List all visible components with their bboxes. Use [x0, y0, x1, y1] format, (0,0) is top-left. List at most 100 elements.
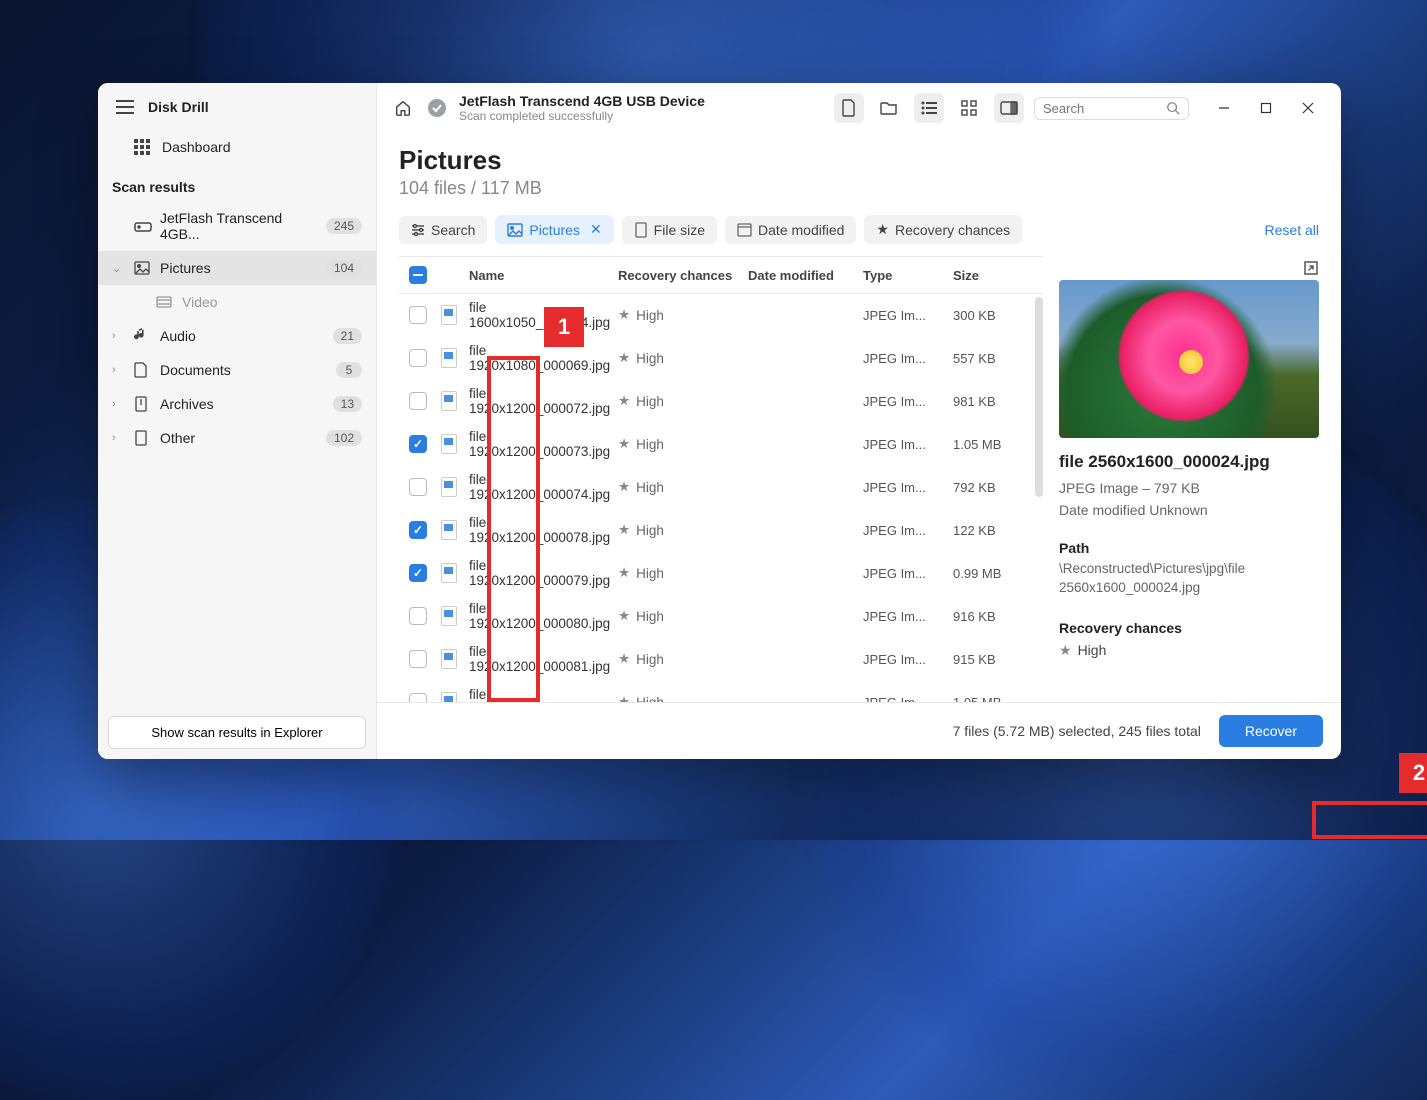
- show-in-explorer-button[interactable]: Show scan results in Explorer: [108, 716, 366, 749]
- view-file-button[interactable]: [834, 93, 864, 123]
- row-checkbox[interactable]: [409, 693, 427, 702]
- filter-label: Search: [431, 222, 475, 238]
- file-icon: [441, 391, 457, 411]
- table-row[interactable]: file 1920x1200_000078.jpg★HighJPEG Im...…: [399, 509, 1043, 552]
- row-recovery: High: [636, 480, 664, 495]
- row-checkbox[interactable]: [409, 478, 427, 496]
- star-icon: ★: [618, 307, 630, 323]
- chip-close-icon[interactable]: ✕: [590, 221, 602, 238]
- sidebar-item-other[interactable]: ›Other102: [98, 421, 376, 455]
- row-size: 557 KB: [953, 351, 1043, 366]
- sidebar-item-pictures[interactable]: ⌄Pictures104: [98, 251, 376, 285]
- row-type: JPEG Im...: [863, 609, 953, 624]
- row-recovery: High: [636, 351, 664, 366]
- star-icon: ★: [876, 221, 889, 238]
- row-checkbox[interactable]: [409, 435, 427, 453]
- main-panel: JetFlash Transcend 4GB USB Device Scan c…: [377, 83, 1341, 759]
- table-row[interactable]: file 1920x1200_000079.jpg★HighJPEG Im...…: [399, 552, 1043, 595]
- sidebar-item-label: Other: [160, 430, 318, 446]
- home-button[interactable]: [391, 96, 415, 120]
- row-type: JPEG Im...: [863, 394, 953, 409]
- selection-status: 7 files (5.72 MB) selected, 245 files to…: [953, 723, 1201, 739]
- device-title: JetFlash Transcend 4GB USB Device: [459, 93, 705, 109]
- sidebar-device-row[interactable]: JetFlash Transcend 4GB... 245: [98, 201, 376, 251]
- row-recovery: High: [636, 609, 664, 624]
- table-row[interactable]: file 1920x1200_000081.jpg★HighJPEG Im...…: [399, 638, 1043, 681]
- file-table: Name Recovery chances Date modified Type…: [399, 256, 1043, 702]
- row-checkbox[interactable]: [409, 392, 427, 410]
- preview-meta: JPEG Image – 797 KB: [1059, 480, 1319, 496]
- row-checkbox[interactable]: [409, 650, 427, 668]
- table-row[interactable]: file 1920x1200_000072.jpg★HighJPEG Im...…: [399, 380, 1043, 423]
- row-name: file 1920x1200_000079.jpg: [469, 558, 618, 588]
- row-recovery: High: [636, 695, 664, 703]
- sidebar-item-documents[interactable]: ›Documents5: [98, 353, 376, 387]
- row-checkbox[interactable]: [409, 521, 427, 539]
- col-type[interactable]: Type: [863, 268, 953, 283]
- row-type: JPEG Im...: [863, 652, 953, 667]
- preview-filename: file 2560x1600_000024.jpg: [1059, 452, 1319, 472]
- preview-rc-label: Recovery chances: [1059, 620, 1319, 636]
- view-grid-button[interactable]: [954, 93, 984, 123]
- sidebar-item-label: Video: [182, 294, 362, 310]
- col-recovery[interactable]: Recovery chances: [618, 268, 748, 283]
- filter-search-button[interactable]: Search: [399, 216, 487, 244]
- table-row[interactable]: file 1920x1200_000073.jpg★HighJPEG Im...…: [399, 423, 1043, 466]
- col-size[interactable]: Size: [953, 268, 1043, 283]
- star-icon: ★: [618, 350, 630, 366]
- window-maximize-button[interactable]: [1247, 94, 1285, 122]
- reset-all-link[interactable]: Reset all: [1265, 222, 1319, 238]
- row-name: file 1920x1200_000080.jpg: [469, 601, 618, 631]
- search-input-wrap[interactable]: [1034, 97, 1189, 120]
- view-list-button[interactable]: [914, 93, 944, 123]
- table-row[interactable]: file 1920x1200_000080.jpg★HighJPEG Im...…: [399, 595, 1043, 638]
- hamburger-icon[interactable]: [116, 100, 134, 114]
- archive-icon: [134, 396, 152, 412]
- sidebar-item-video[interactable]: Video: [98, 285, 376, 319]
- view-folder-button[interactable]: [874, 93, 904, 123]
- table-row[interactable]: file 1920x1080_000069.jpg★HighJPEG Im...…: [399, 337, 1043, 380]
- file-icon: [441, 348, 457, 368]
- sidebar-item-label: Archives: [160, 396, 325, 412]
- preview-path-label: Path: [1059, 540, 1319, 556]
- table-row[interactable]: file 1920x1200_000074.jpg★HighJPEG Im...…: [399, 466, 1043, 509]
- sidebar-item-audio[interactable]: ›Audio21: [98, 319, 376, 353]
- filter-recovery-button[interactable]: ★ Recovery chances: [864, 215, 1022, 244]
- window-close-button[interactable]: [1289, 94, 1327, 122]
- star-icon: ★: [1059, 642, 1072, 659]
- table-row[interactable]: file 1600x1050_000064.jpg★HighJPEG Im...…: [399, 294, 1043, 337]
- dashboard-icon: [134, 139, 150, 155]
- select-all-checkbox[interactable]: [409, 266, 427, 284]
- row-checkbox[interactable]: [409, 564, 427, 582]
- row-checkbox[interactable]: [409, 306, 427, 324]
- row-checkbox[interactable]: [409, 607, 427, 625]
- audio-icon: [134, 328, 152, 344]
- row-recovery: High: [636, 437, 664, 452]
- filter-pictures-chip[interactable]: Pictures ✕: [495, 215, 613, 244]
- row-size: 916 KB: [953, 609, 1043, 624]
- filter-label: Recovery chances: [895, 222, 1010, 238]
- expand-icon[interactable]: [1303, 260, 1319, 276]
- sidebar-item-label: Dashboard: [162, 139, 231, 155]
- view-split-button[interactable]: [994, 93, 1024, 123]
- col-datemod[interactable]: Date modified: [748, 268, 863, 283]
- filter-label: File size: [654, 222, 705, 238]
- sidebar-item-archives[interactable]: ›Archives13: [98, 387, 376, 421]
- chevron-icon: ›: [112, 432, 126, 444]
- search-input[interactable]: [1043, 101, 1160, 116]
- table-row[interactable]: file 1920x1200_000082.jpg★HighJPEG Im...…: [399, 681, 1043, 702]
- filter-datemod-button[interactable]: Date modified: [725, 216, 856, 244]
- filter-filesize-button[interactable]: File size: [622, 216, 717, 244]
- file-icon: [441, 305, 457, 325]
- scrollbar[interactable]: [1035, 297, 1043, 497]
- app-window: Disk Drill Dashboard Scan results JetFla…: [98, 83, 1341, 759]
- recover-button[interactable]: Recover: [1219, 715, 1323, 747]
- preview-date: Date modified Unknown: [1059, 502, 1319, 518]
- row-checkbox[interactable]: [409, 349, 427, 367]
- preview-panel: file 2560x1600_000024.jpg JPEG Image – 7…: [1059, 256, 1319, 702]
- sidebar-item-dashboard[interactable]: Dashboard: [98, 125, 376, 169]
- col-name[interactable]: Name: [469, 268, 618, 283]
- window-minimize-button[interactable]: [1205, 94, 1243, 122]
- row-recovery: High: [636, 652, 664, 667]
- row-name: file 1920x1200_000073.jpg: [469, 429, 618, 459]
